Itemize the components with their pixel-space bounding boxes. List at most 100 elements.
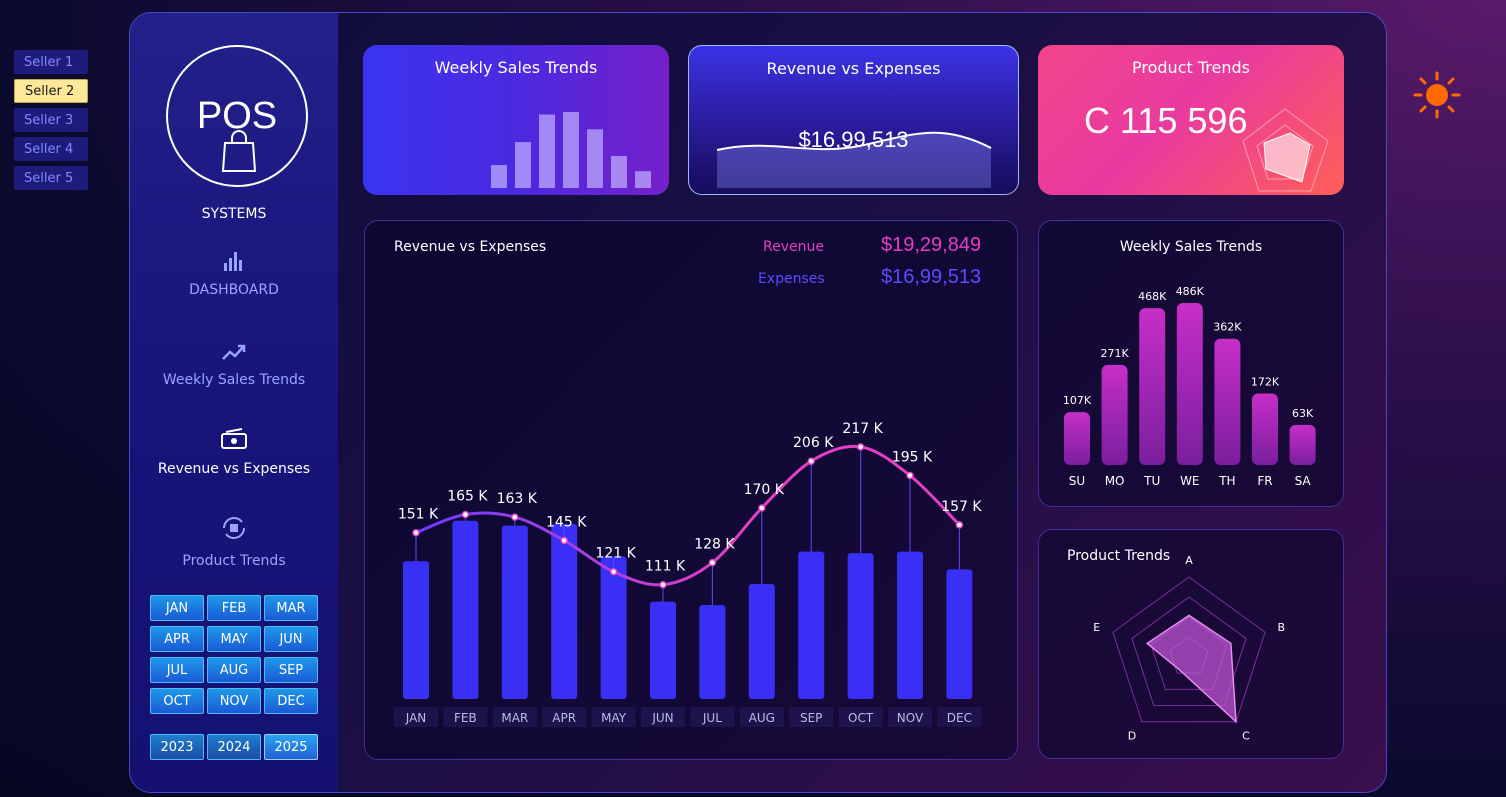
product-trends-panel: Product Trends ABCDE xyxy=(1038,529,1344,759)
revenue-card-value: $16,99,513 xyxy=(798,127,909,152)
revenue-point xyxy=(609,567,618,576)
mini-bar xyxy=(563,112,579,188)
month-tick-label: JUL xyxy=(702,711,722,725)
revenue-data-label: 145 K xyxy=(546,515,587,531)
revenue-data-label: 121 K xyxy=(595,546,636,562)
revenue-card[interactable]: Revenue vs Expenses $16,99,513 xyxy=(688,45,1019,195)
expense-bar xyxy=(748,583,775,699)
month-tick-label: DEC xyxy=(947,711,972,725)
nav-label: Weekly Sales Trends xyxy=(162,372,306,388)
month-tick-label: JAN xyxy=(405,711,427,725)
mini-radar-icon xyxy=(1242,108,1329,192)
weekday-tick-label: TU xyxy=(1143,474,1160,488)
revenue-point xyxy=(856,443,865,451)
month-tick-label: MAY xyxy=(601,711,627,725)
nav-weekly-sales-trends[interactable]: Weekly Sales Trends xyxy=(130,343,338,388)
month-button-dec[interactable]: DEC xyxy=(264,688,318,714)
revenue-point xyxy=(906,471,914,480)
seller-tabs: Seller 1 Seller 2 Seller 3 Seller 4 Seller 5 xyxy=(14,50,88,190)
radar-axis-label: A xyxy=(1185,554,1193,567)
month-tick-label: OCT xyxy=(848,711,874,725)
month-tick-label: JUN xyxy=(651,711,673,725)
seller-tab-2[interactable]: Seller 2 xyxy=(14,79,88,103)
month-button-may[interactable]: MAY xyxy=(207,626,261,652)
weekday-value-label: 468K xyxy=(1138,290,1167,303)
expense-bar xyxy=(897,551,923,699)
radar-axis-label: E xyxy=(1093,621,1100,634)
seller-tab-5[interactable]: Seller 5 xyxy=(14,166,88,190)
sidebar: POS SYSTEMS DASHBOARD Weekly Sales Trend… xyxy=(130,13,338,792)
revenue-point xyxy=(560,536,568,545)
revenue-wave xyxy=(716,131,992,188)
nav-label: Revenue vs Expenses xyxy=(157,461,311,477)
month-tick-label: APR xyxy=(552,711,576,725)
month-button-mar[interactable]: MAR xyxy=(264,595,318,621)
product-card[interactable]: Product Trends C 115 596 xyxy=(1038,45,1344,195)
nav-label: DASHBOARD xyxy=(189,282,279,298)
sun-icon[interactable] xyxy=(1412,70,1462,120)
weekly-sales-panel: Weekly Sales Trends 107K SU 271K MO 468K TU 48… xyxy=(1038,220,1344,507)
year-button-2024[interactable]: 2024 xyxy=(207,734,261,760)
month-button-aug[interactable]: AUG xyxy=(207,657,261,683)
seller-tab-3[interactable]: Seller 3 xyxy=(14,108,88,132)
mini-bar xyxy=(587,129,603,188)
year-button-2023[interactable]: 2023 xyxy=(150,734,204,760)
dashboard-frame: POS SYSTEMS DASHBOARD Weekly Sales Trend… xyxy=(129,12,1387,793)
shopping-bag-icon xyxy=(221,130,257,172)
expense-bar xyxy=(501,525,528,699)
revenue-data-label: 165 K xyxy=(447,489,488,505)
weekly-sales-card[interactable]: Weekly Sales Trends xyxy=(363,45,669,195)
weekday-bar xyxy=(1139,308,1166,465)
weekly-mini-chart xyxy=(491,112,651,188)
year-button-2025[interactable]: 2025 xyxy=(264,734,318,760)
expense-bar xyxy=(403,561,429,699)
mini-bar xyxy=(539,114,555,188)
expense-bar xyxy=(847,553,874,699)
weekday-tick-label: WE xyxy=(1180,474,1199,488)
revenue-point xyxy=(708,558,717,567)
revenue-data-label: 217 K xyxy=(842,421,883,437)
seller-tab-4[interactable]: Seller 4 xyxy=(14,137,88,161)
month-button-apr[interactable]: APR xyxy=(150,626,204,652)
month-button-jan[interactable]: JAN xyxy=(150,595,204,621)
revenue-expenses-chart: JAN FEB MAR APR MAY JUN JUL AUG SEP OCT NOV DEC 151 … xyxy=(394,421,982,727)
revenue-vs-expenses-panel: Revenue vs Expenses Revenue $19,29,849 E… xyxy=(364,220,1018,760)
revenue-point xyxy=(955,521,964,529)
revenue-point xyxy=(511,513,519,521)
weekday-value-label: 271K xyxy=(1100,347,1129,360)
nav-product-trends[interactable]: Product Trends xyxy=(130,514,338,569)
weekday-tick-label: TH xyxy=(1218,474,1235,488)
month-button-sep[interactable]: SEP xyxy=(264,657,318,683)
month-button-jun[interactable]: JUN xyxy=(264,626,318,652)
revenue-data-label: 151 K xyxy=(398,507,439,523)
month-tick-label: SEP xyxy=(800,711,822,725)
expense-bar xyxy=(946,569,973,699)
revenue-point xyxy=(758,504,766,512)
expense-bar xyxy=(699,605,726,699)
weekday-bar xyxy=(1252,393,1278,465)
radar-axis-label: B xyxy=(1277,621,1285,634)
weekday-tick-label: FR xyxy=(1257,474,1272,488)
revenue-data-label: 170 K xyxy=(744,482,785,498)
month-button-jul[interactable]: JUL xyxy=(150,657,204,683)
month-tick-label: MAR xyxy=(501,711,528,725)
nav-revenue-vs-expenses[interactable]: Revenue vs Expenses xyxy=(130,428,338,477)
nav-dashboard[interactable]: DASHBOARD xyxy=(130,251,338,298)
month-button-nov[interactable]: NOV xyxy=(207,688,261,714)
month-tick-label: AUG xyxy=(749,711,775,725)
weekday-tick-label: SA xyxy=(1295,474,1312,488)
mini-bar xyxy=(611,155,627,188)
month-button-feb[interactable]: FEB xyxy=(207,595,261,621)
box-cycle-icon xyxy=(223,517,245,539)
month-tick-label: FEB xyxy=(454,711,477,725)
expense-bar xyxy=(650,601,676,699)
product-radar-chart: A B C D E xyxy=(1093,554,1285,742)
weekday-bar xyxy=(1064,412,1090,465)
logo-subtitle: SYSTEMS xyxy=(201,206,267,222)
weekday-value-label: 362K xyxy=(1213,321,1242,334)
revenue-data-label: 206 K xyxy=(793,435,834,451)
month-button-oct[interactable]: OCT xyxy=(150,688,204,714)
revenue-point xyxy=(412,528,420,537)
seller-tab-1[interactable]: Seller 1 xyxy=(14,50,88,74)
revenue-line xyxy=(415,444,961,587)
